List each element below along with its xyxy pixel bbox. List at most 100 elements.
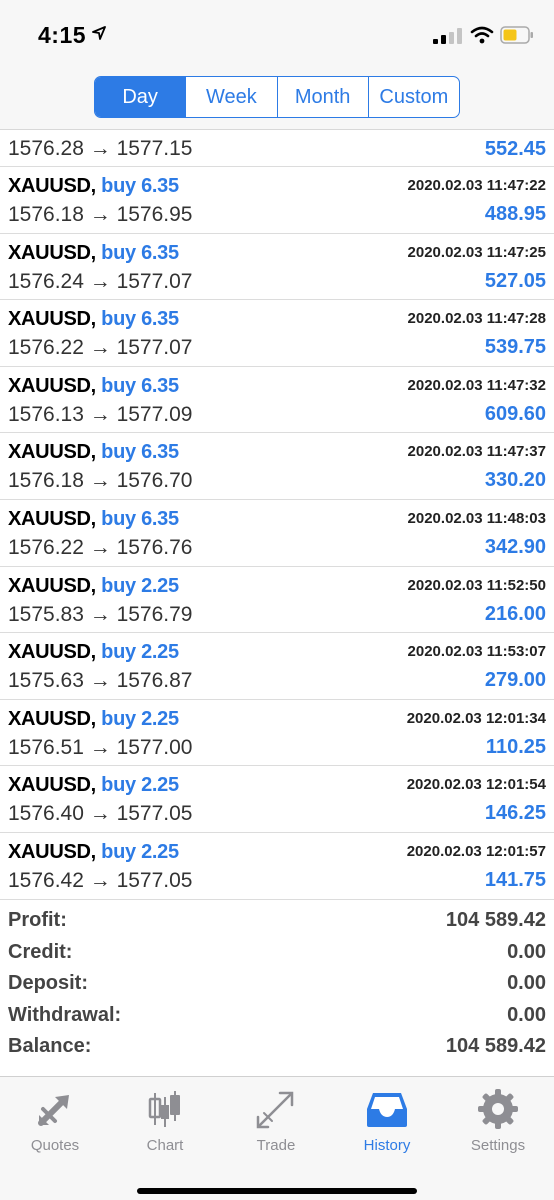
- period-week-tab[interactable]: Week: [185, 77, 276, 117]
- deal-row[interactable]: XAUUSD, buy 6.35 2020.02.03 11:47:25 1576.…: [0, 234, 554, 301]
- location-arrow-icon: [92, 26, 106, 40]
- deal-row[interactable]: 1576.28 → 1577.15 552.45: [0, 131, 554, 167]
- deal-row[interactable]: XAUUSD, buy 6.35 2020.02.03 11:47:28 1576.…: [0, 300, 554, 367]
- deal-symbol: XAUUSD: [8, 175, 91, 197]
- summary-value: 104 589.42: [445, 909, 546, 931]
- deal-symbol: XAUUSD: [8, 774, 91, 797]
- deal-symbol: XAUUSD: [8, 574, 91, 597]
- deal-symbol-side: XAUUSD, buy 2.25: [8, 641, 179, 664]
- summary-row-deposit: Deposit: 0.00: [0, 969, 554, 1001]
- period-custom-tab[interactable]: Custom: [367, 77, 459, 117]
- deal-symbol: XAUUSD: [8, 641, 91, 664]
- deal-side: buy 6.35: [101, 441, 179, 464]
- deal-separator: ,: [90, 374, 102, 397]
- status-time: 4:15: [38, 22, 87, 48]
- deal-symbol: XAUUSD: [8, 441, 91, 464]
- deal-side: buy 6.35: [101, 308, 179, 331]
- deal-symbol: XAUUSD: [8, 308, 91, 331]
- deal-symbol: XAUUSD: [8, 507, 91, 530]
- deal-symbol: XAUUSD: [8, 374, 91, 397]
- deal-prices: 1576.40 → 1577.05: [8, 802, 193, 826]
- deal-prices: 1576.24 → 1577.07: [8, 269, 193, 293]
- deal-prices: 1576.13 → 1577.09: [8, 402, 193, 426]
- deal-profit: 110.25: [485, 735, 546, 758]
- deal-time: 2020.02.03 11:47:25: [407, 243, 546, 261]
- deal-row[interactable]: XAUUSD, buy 6.35 2020.02.03 11:47:32 1576.…: [0, 367, 554, 434]
- summary-label: Profit:: [8, 909, 67, 931]
- deal-separator: ,: [90, 707, 102, 730]
- deal-side: buy 2.25: [101, 574, 179, 597]
- deal-row[interactable]: XAUUSD, buy 6.35 2020.02.03 11:47:22 1576.…: [0, 167, 554, 234]
- deal-row[interactable]: XAUUSD, buy 2.25 2020.02.03 11:53:07 1575.…: [0, 633, 554, 700]
- deal-separator: ,: [90, 241, 102, 264]
- summary-value: 0.00: [507, 1003, 546, 1026]
- deal-side: buy 2.25: [101, 641, 179, 664]
- cellular-signal-icon: [433, 28, 462, 44]
- tab-trade[interactable]: Trade: [221, 1087, 331, 1157]
- summary-value: 104 589.42: [445, 1035, 546, 1058]
- period-day-tab[interactable]: Day: [95, 77, 186, 117]
- deal-separator: ,: [90, 175, 102, 197]
- deal-profit: 141.75: [484, 868, 546, 891]
- deal-separator: ,: [90, 774, 102, 797]
- deal-prices: 1576.28 → 1577.15: [8, 137, 193, 160]
- deal-row[interactable]: XAUUSD, buy 2.25 2020.02.03 12:01:34 1576.…: [0, 700, 554, 767]
- deal-side: buy 6.35: [101, 374, 179, 397]
- trade-icon: [256, 1091, 294, 1129]
- deal-profit: 279.00: [484, 669, 546, 692]
- summary-label: Balance:: [8, 1035, 92, 1058]
- deal-separator: ,: [90, 507, 102, 530]
- summary-label: Credit:: [8, 940, 73, 963]
- deal-profit: 552.45: [484, 138, 546, 160]
- deal-symbol-side: XAUUSD, buy 6.35: [8, 441, 179, 464]
- summary-row-balance: Balance: 104 589.42: [0, 1032, 554, 1064]
- deal-prices: 1576.51 → 1577.00: [8, 735, 193, 759]
- deal-side: buy 2.25: [101, 774, 179, 797]
- deal-time: 2020.02.03 11:47:28: [407, 310, 546, 328]
- deal-prices: 1576.18 → 1576.95: [8, 203, 193, 226]
- deal-row[interactable]: XAUUSD, buy 2.25 2020.02.03 12:01:54 1576.…: [0, 766, 554, 833]
- tab-settings[interactable]: Settings: [443, 1087, 553, 1157]
- summary-value: 0.00: [507, 940, 546, 963]
- deal-profit: 539.75: [484, 336, 546, 359]
- period-segmented-control: Day Week Month Custom: [94, 76, 460, 118]
- status-bar: 4:15: [0, 0, 554, 66]
- deal-symbol-side: XAUUSD, buy 6.35: [8, 175, 179, 198]
- deal-prices: 1576.22 → 1577.07: [8, 336, 193, 360]
- deal-symbol-side: XAUUSD, buy 6.35: [8, 375, 179, 398]
- deal-prices: 1576.18 → 1576.70: [8, 469, 193, 493]
- tab-chart[interactable]: Chart: [110, 1087, 220, 1157]
- deals-list: 1576.28 → 1577.15 552.45 XAUUSD, buy 6.3…: [0, 131, 554, 900]
- deal-row[interactable]: XAUUSD, buy 6.35 2020.02.03 11:47:37 1576.…: [0, 433, 554, 500]
- deal-profit: 488.95: [484, 203, 546, 225]
- battery-icon: [500, 26, 533, 44]
- tab-label: Quotes: [30, 1137, 80, 1154]
- deal-symbol: XAUUSD: [8, 840, 91, 863]
- tab-history[interactable]: History: [332, 1087, 442, 1157]
- deal-profit: 527.05: [484, 269, 546, 292]
- quotes-icon: [38, 1095, 69, 1126]
- deal-profit: 330.20: [484, 469, 546, 492]
- candlestick-icon: [148, 1091, 180, 1127]
- deal-row[interactable]: XAUUSD, buy 2.25 2020.02.03 12:01:57 1576.…: [0, 833, 554, 900]
- account-summary: Profit: 104 589.42 Credit: 0.00 Deposit:…: [0, 906, 554, 1064]
- deal-symbol-side: XAUUSD, buy 2.25: [8, 841, 179, 864]
- deal-time: 2020.02.03 12:01:57: [406, 842, 546, 860]
- tab-label: Settings: [470, 1137, 526, 1154]
- tab-quotes[interactable]: Quotes: [0, 1087, 110, 1157]
- deal-time: 2020.02.03 11:47:37: [407, 443, 546, 461]
- summary-row-withdrawal: Withdrawal: 0.00: [0, 1001, 554, 1033]
- tab-label: Chart: [146, 1137, 184, 1154]
- deal-separator: ,: [90, 308, 102, 331]
- gear-icon: [478, 1089, 518, 1129]
- deal-time: 2020.02.03 12:01:54: [406, 776, 546, 794]
- period-header: Day Week Month Custom: [0, 66, 554, 130]
- deal-row[interactable]: XAUUSD, buy 6.35 2020.02.03 11:48:03 1576.…: [0, 500, 554, 567]
- deal-time: 2020.02.03 11:53:07: [407, 643, 546, 661]
- deal-profit: 609.60: [484, 402, 546, 425]
- period-month-tab[interactable]: Month: [276, 77, 368, 117]
- tab-label: Trade: [256, 1137, 296, 1154]
- deal-time: 2020.02.03 11:47:32: [407, 376, 546, 394]
- deal-row[interactable]: XAUUSD, buy 2.25 2020.02.03 11:52:50 1575.…: [0, 567, 554, 634]
- summary-row-credit: Credit: 0.00: [0, 938, 554, 970]
